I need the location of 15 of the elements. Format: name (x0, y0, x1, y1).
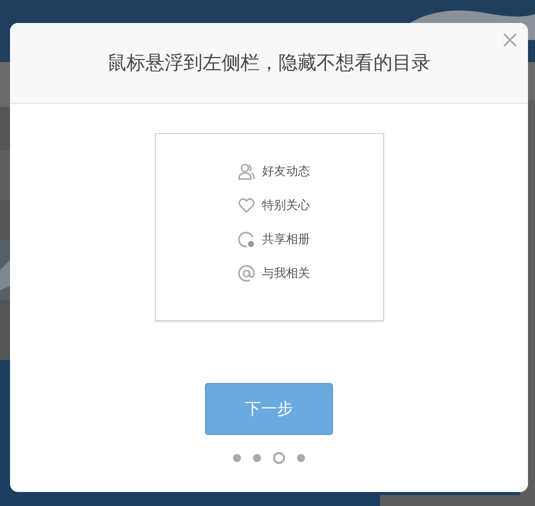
step-dot[interactable] (233, 454, 241, 462)
step-dot[interactable] (253, 454, 261, 462)
at-sign-icon (238, 264, 255, 282)
person-group-icon (238, 162, 255, 180)
dialog-title: 鼠标悬浮到左侧栏，隐藏不想看的目录 (108, 51, 430, 76)
next-button[interactable]: 下一步 (205, 383, 333, 435)
circle-dot-icon (238, 230, 255, 248)
menu-label: 好友动态 (262, 163, 310, 180)
menu-label: 特别关心 (262, 197, 310, 214)
step-dot[interactable] (297, 454, 305, 462)
menu-label: 共享相册 (262, 231, 310, 248)
heart-icon (238, 196, 255, 214)
menu-label: 与我相关 (262, 265, 310, 282)
step-dot[interactable] (273, 452, 285, 464)
close-icon[interactable] (503, 33, 517, 47)
